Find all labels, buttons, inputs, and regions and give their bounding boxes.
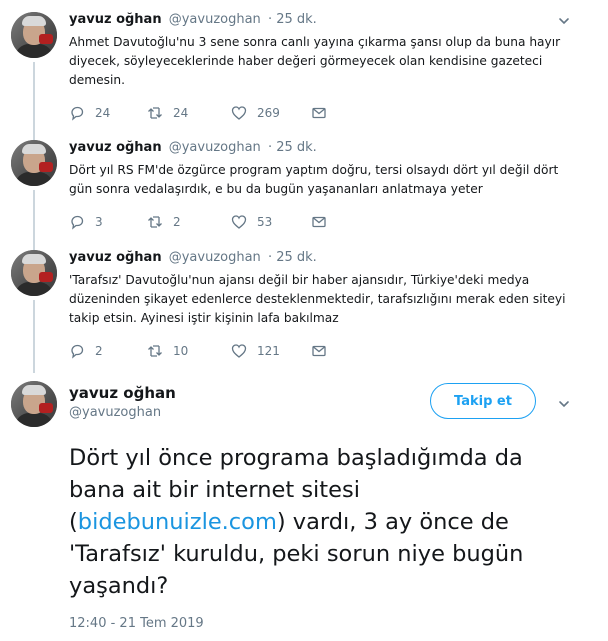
chevron-down-icon[interactable] <box>557 397 571 411</box>
retweet-icon <box>148 107 162 119</box>
tweet-header: yavuz oğhan @yavuzoghan · 25 dk. <box>69 250 317 265</box>
message-icon <box>312 216 326 228</box>
tweet[interactable]: yavuz oğhan @yavuzoghan · 25 dk. Ahmet D… <box>0 12 608 132</box>
like-count: 121 <box>257 344 280 358</box>
reply-icon <box>71 106 84 121</box>
message-button[interactable] <box>311 214 337 230</box>
message-icon <box>312 107 326 119</box>
like-icon <box>231 106 247 120</box>
like-icon <box>231 344 247 358</box>
tweet-text: Ahmet Davutoğlu'nu 3 sene sonra canlı ya… <box>69 35 561 87</box>
like-button[interactable]: 53 <box>231 214 272 230</box>
retweet-icon <box>148 216 162 228</box>
user-handle[interactable]: @yavuzoghan <box>169 140 261 155</box>
retweet-count: 2 <box>173 215 181 229</box>
tweet-time[interactable]: · 25 dk. <box>268 140 317 155</box>
message-button[interactable] <box>311 343 337 359</box>
reply-count: 24 <box>95 106 111 120</box>
retweet-count: 24 <box>173 106 189 120</box>
reply-count: 3 <box>95 215 103 229</box>
tweet-time[interactable]: · 25 dk. <box>268 250 317 265</box>
tweet-timestamp[interactable]: 12:40 - 21 Tem 2019 <box>69 616 204 631</box>
follow-button[interactable]: Takip et <box>430 383 536 419</box>
chevron-down-icon[interactable] <box>557 14 571 28</box>
user-name[interactable]: yavuz oğhan <box>69 250 162 265</box>
reply-icon <box>71 344 84 359</box>
tweet-text: 'Tarafsız' Davutoğlu'nun ajansı değil bi… <box>69 273 566 325</box>
avatar[interactable] <box>11 12 57 58</box>
retweet-button[interactable]: 24 <box>147 105 188 121</box>
user-name[interactable]: yavuz oğhan <box>69 12 162 27</box>
like-button[interactable]: 121 <box>231 343 280 359</box>
reply-count: 2 <box>95 344 103 358</box>
reply-button[interactable]: 3 <box>69 214 103 230</box>
website-link[interactable]: bidebunuizle.com <box>78 509 277 535</box>
like-icon <box>231 215 247 229</box>
avatar[interactable] <box>11 250 57 296</box>
tweet[interactable]: yavuz oğhan @yavuzoghan · 25 dk. Dört yı… <box>0 140 608 240</box>
user-handle[interactable]: @yavuzoghan <box>169 250 261 265</box>
reply-icon <box>71 215 84 230</box>
avatar[interactable] <box>11 381 57 427</box>
user-name[interactable]: yavuz oğhan <box>69 140 162 155</box>
user-name[interactable]: yavuz oğhan <box>69 384 176 402</box>
reply-button[interactable]: 2 <box>69 343 103 359</box>
retweet-count: 10 <box>173 344 189 358</box>
tweet-header: yavuz oğhan @yavuzoghan · 25 dk. <box>69 12 317 27</box>
main-tweet-text: Dört yıl önce programa başladığımda da b… <box>69 445 524 599</box>
main-tweet-header: yavuz oğhan @yavuzoghan <box>69 384 176 420</box>
reply-button[interactable]: 24 <box>69 105 110 121</box>
tweet[interactable]: yavuz oğhan @yavuzoghan · 25 dk. 'Tarafs… <box>0 250 608 365</box>
message-button[interactable] <box>311 105 337 121</box>
tweet-header: yavuz oğhan @yavuzoghan · 25 dk. <box>69 140 317 155</box>
avatar[interactable] <box>11 140 57 186</box>
message-icon <box>312 345 326 357</box>
tweet-time[interactable]: · 25 dk. <box>268 12 317 27</box>
like-button[interactable]: 269 <box>231 105 280 121</box>
user-handle[interactable]: @yavuzoghan <box>69 405 176 420</box>
retweet-button[interactable]: 10 <box>147 343 188 359</box>
retweet-button[interactable]: 2 <box>147 214 181 230</box>
like-count: 269 <box>257 106 280 120</box>
user-handle[interactable]: @yavuzoghan <box>169 12 261 27</box>
tweet-text: Dört yıl RS FM'de özgürce program yaptım… <box>69 163 559 196</box>
like-count: 53 <box>257 215 273 229</box>
retweet-icon <box>148 345 162 357</box>
